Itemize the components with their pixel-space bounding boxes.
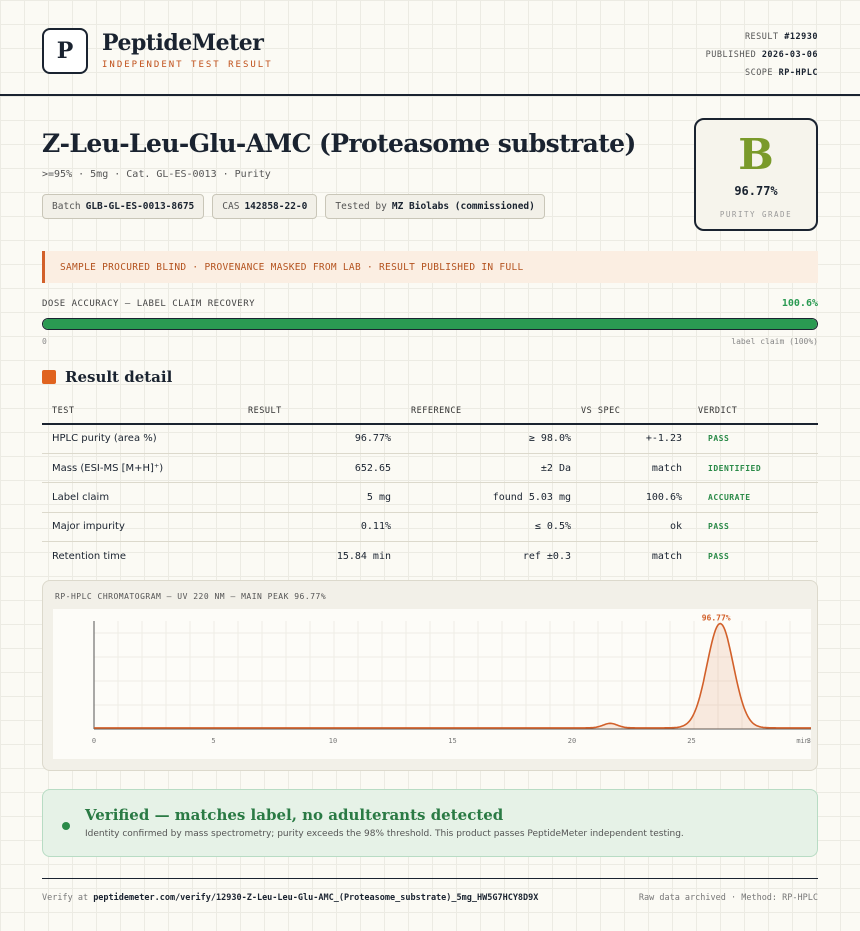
dose-bar-min: 0 — [42, 337, 47, 346]
x-tick-label: 10 — [329, 737, 337, 745]
cas-label: CAS — [222, 201, 240, 212]
table-row: Major impurity 0.11% ≤ 0.5% ok PASS — [42, 512, 818, 543]
product-chips: Batch GLB-GL-ES-0013-8675 CAS 142858-22-0 … — [42, 194, 545, 219]
verified-banner: Verified — matches label, no adulterants… — [42, 789, 818, 857]
vs-spec-value: match — [651, 551, 682, 562]
result-value: 15.84 min — [336, 551, 391, 562]
table-row: Retention time 15.84 min ref ±0.3 match PASS — [42, 542, 818, 571]
tested-value: MZ Biolabs (commissioned) — [391, 201, 535, 212]
chromatogram-chart: 051015202530min96.77% — [53, 609, 811, 759]
peak-annotation: 96.77% — [702, 614, 731, 623]
batch-value: GLB-GL-ES-0013-8675 — [85, 201, 195, 212]
column-header: TEST — [42, 398, 238, 425]
column-header: VERDICT — [692, 398, 818, 425]
footer-method: Raw data archived · Method: RP-HPLC — [638, 893, 818, 903]
vs-spec-value: +-1.23 — [581, 424, 692, 454]
chart-title: RP-HPLC CHROMATOGRAM — UV 220 NM — MAIN … — [55, 592, 327, 601]
result-id: #12930 — [784, 32, 818, 42]
grade-letter: B — [738, 130, 774, 179]
batch-label: Batch — [52, 201, 81, 212]
test-name: Mass (ESI-MS [M+H]⁺) — [42, 453, 238, 484]
x-tick-label: 20 — [568, 737, 576, 745]
batch-chip: Batch GLB-GL-ES-0013-8675 — [42, 194, 205, 219]
blind-notice: SAMPLE PROCURED BLIND · PROVENANCE MASKE… — [42, 251, 818, 283]
cas-chip: CAS 142858-22-0 — [212, 194, 318, 219]
x-axis-label: min — [796, 737, 809, 745]
dose-progress-bar — [42, 318, 818, 330]
result-meta: RESULT #12930 PUBLISHED 2026-03-06 SCOPE… — [706, 28, 818, 82]
page-header: P PeptideMeter INDEPENDENT TEST RESULT R… — [0, 0, 860, 96]
published-label: PUBLISHED — [705, 50, 757, 60]
scope-value: RP-HPLC — [778, 68, 818, 78]
tested-by-chip: Tested by MZ Biolabs (commissioned) — [325, 194, 545, 219]
test-name: Retention time — [52, 551, 126, 562]
cas-value: 142858-22-0 — [244, 201, 308, 212]
x-tick-label: 0 — [92, 737, 96, 745]
column-header: VS SPEC — [581, 398, 692, 425]
reference-value: ±2 Da — [401, 453, 581, 484]
grade-label: PURITY GRADE — [719, 210, 793, 219]
logo: P — [42, 28, 88, 74]
logo-letter: P — [56, 38, 74, 64]
reference-value: ≤ 0.5% — [401, 512, 581, 543]
dose-accuracy-value: 100.6% — [781, 298, 818, 309]
x-tick-label: 5 — [211, 737, 215, 745]
x-tick-label: 15 — [448, 737, 456, 745]
section-title: Result detail — [65, 368, 173, 386]
table-row: HPLC purity (area %) 96.77% ≥ 98.0% +-1.23 P… — [42, 424, 818, 454]
verified-title: Verified — matches label, no adulterants… — [85, 806, 504, 824]
column-header: REFERENCE — [401, 398, 581, 425]
reference-value: ref ±0.3 — [522, 551, 571, 562]
test-name: Major impurity — [42, 512, 238, 543]
status-dot — [62, 822, 70, 830]
product-title: Z-Leu-Leu-Glu-AMC (Proteasome substrate) — [42, 129, 636, 158]
results-table: TEST RESULT REFERENCE VS SPEC VERDICT HP… — [42, 398, 818, 571]
verdict-badge: PASS — [708, 552, 730, 561]
column-header: RESULT — [238, 398, 401, 425]
brand-tagline: INDEPENDENT TEST RESULT — [102, 60, 273, 70]
brand-name: PeptideMeter — [102, 30, 264, 56]
result-label: RESULT — [744, 32, 779, 42]
verify-label: Verify at — [42, 893, 89, 903]
purity-grade-card: B 96.77% PURITY GRADE — [694, 118, 818, 231]
result-value: 5 mg — [238, 482, 401, 513]
dose-bar-max: label claim (100%) — [731, 337, 818, 346]
verdict-badge: IDENTIFIED — [692, 453, 818, 484]
chromatogram-panel: RP-HPLC CHROMATOGRAM — UV 220 NM — MAIN … — [42, 580, 818, 771]
verify-link[interactable]: peptidemeter.com/verify/12930-Z-Leu-Leu-… — [93, 893, 538, 903]
result-value: 0.11% — [238, 512, 401, 543]
chart-background — [53, 609, 811, 759]
verdict-badge: PASS — [692, 512, 818, 543]
vs-spec-value: ok — [581, 512, 692, 543]
result-value: 96.77% — [238, 424, 401, 454]
grade-value: 96.77% — [734, 184, 778, 198]
dose-progress-fill — [43, 319, 817, 329]
table-row: Label claim 5 mg found 5.03 mg 100.6% ACCURA… — [42, 482, 818, 513]
section-marker — [42, 370, 56, 384]
reference-value: found 5.03 mg — [401, 482, 581, 513]
scope-label: SCOPE — [744, 68, 774, 78]
vs-spec-value: 100.6% — [581, 482, 692, 513]
product-subline: >=95% · 5mg · Cat. GL-ES-0013 · Purity — [42, 169, 271, 180]
verdict-badge: PASS — [692, 424, 818, 454]
vs-spec-value: match — [581, 453, 692, 484]
x-tick-label: 25 — [687, 737, 695, 745]
reference-value: ≥ 98.0% — [401, 424, 581, 454]
footer-divider — [42, 878, 818, 879]
table-row: Mass (ESI-MS [M+H]⁺) 652.65 ±2 Da match IDEN… — [42, 453, 818, 484]
tested-label: Tested by — [335, 201, 387, 212]
verify-text: Verify at peptidemeter.com/verify/12930-… — [42, 893, 538, 903]
result-value: 652.65 — [238, 453, 401, 484]
published-date: 2026-03-06 — [761, 50, 818, 60]
test-name: Label claim — [42, 482, 238, 513]
test-name: HPLC purity (area %) — [42, 424, 238, 454]
table-header-row: TEST RESULT REFERENCE VS SPEC VERDICT — [42, 398, 818, 425]
verdict-badge: ACCURATE — [692, 482, 818, 513]
dose-accuracy-label: DOSE ACCURACY — LABEL CLAIM RECOVERY — [42, 299, 256, 309]
verified-subtitle: Identity confirmed by mass spectrometry;… — [85, 829, 684, 839]
